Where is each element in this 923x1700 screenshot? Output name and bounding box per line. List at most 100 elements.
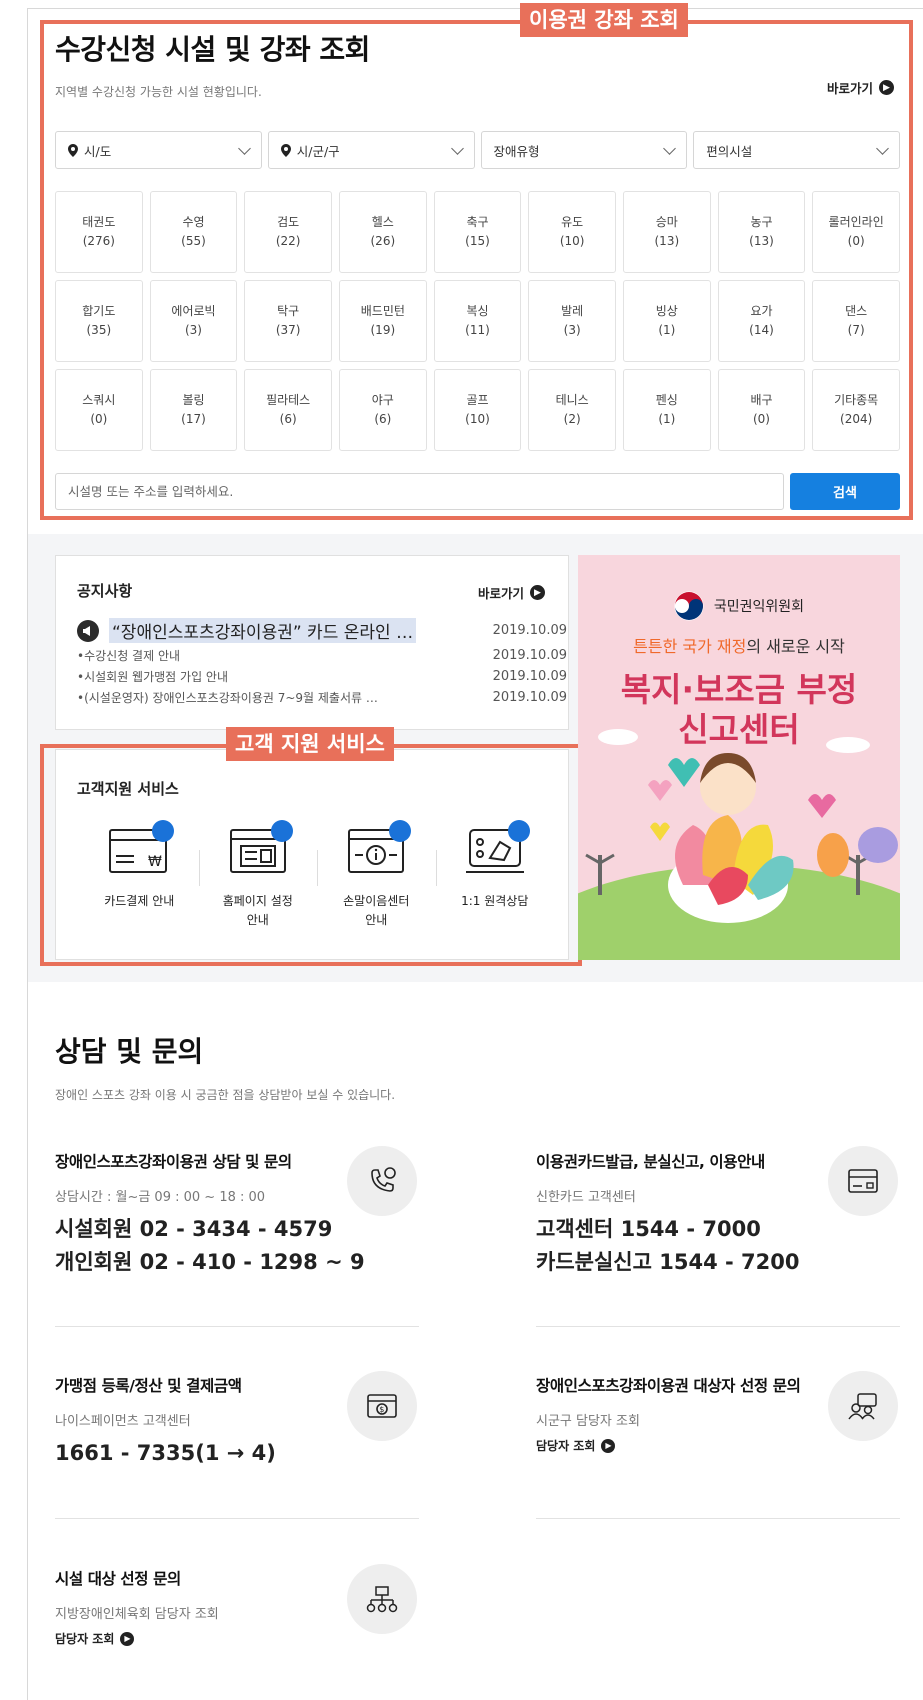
sport-count: (3)	[563, 323, 581, 337]
sport-count: (15)	[465, 234, 490, 248]
fraud-report-banner[interactable]: 국민권익위원회 튼튼한 국가 재정의 새로운 시작 복지·보조금 부정 신고센터	[578, 555, 900, 960]
notice-item-date: 2019.10.09	[492, 690, 567, 705]
sport-name: 농구	[750, 214, 773, 229]
sport-count: (17)	[181, 412, 206, 426]
sport-count: (13)	[654, 234, 680, 248]
sport-name: 배구	[750, 392, 773, 407]
sport-category-button[interactable]: 요가 (14)	[717, 280, 806, 362]
sport-category-button[interactable]: 테니스 (2)	[528, 369, 616, 451]
sports-grid: 태권도 (276) 수영 (55) 검도 (22) 헬스 (26) 축구 (15) 유도 (10) 승마…	[55, 191, 900, 451]
sport-count: (3)	[184, 323, 202, 337]
sport-name: 빙상	[655, 303, 678, 318]
sport-count: (6)	[374, 412, 392, 426]
chevron-right-icon: ▶	[601, 1438, 616, 1453]
support-item-homepage[interactable]: 홈페이지 설정 안내	[198, 818, 318, 929]
support-item-sign-language[interactable]: 손말이음센터 안내	[317, 818, 436, 929]
sport-category-button[interactable]: 볼링 (17)	[149, 369, 238, 451]
megaphone-icon	[77, 619, 99, 642]
divider	[55, 1518, 419, 1519]
location-pin-icon	[68, 143, 78, 157]
sport-category-button[interactable]: 빙상 (1)	[622, 280, 711, 362]
sport-count: (0)	[752, 412, 770, 426]
sport-category-button[interactable]: 배구 (0)	[717, 369, 806, 451]
chevron-down-icon	[876, 142, 889, 155]
manager-lookup-link[interactable]: 담당자 조회 ▶	[55, 1630, 415, 1647]
filter-facility-value: 편의시설	[706, 143, 753, 159]
filter-disability-value: 장애유형	[493, 143, 540, 159]
sport-name: 롤러인라인	[828, 214, 884, 229]
sport-category-button[interactable]: 축구 (15)	[433, 191, 522, 273]
sport-category-button[interactable]: 검도 (22)	[244, 191, 332, 273]
sport-category-button[interactable]: 야구 (6)	[338, 369, 427, 451]
sport-category-button[interactable]: 에어로빅 (3)	[149, 280, 238, 362]
notice-item[interactable]: “장애인스포츠강좌이용권” 카드 온라인 … 2019.10.09	[77, 616, 567, 645]
sport-category-button[interactable]: 승마 (13)	[622, 191, 711, 273]
sport-category-button[interactable]: 배드민턴 (19)	[338, 280, 427, 362]
sport-count: (10)	[559, 234, 585, 248]
sport-name: 승마	[655, 214, 678, 229]
sport-category-button[interactable]: 필라테스 (6)	[244, 369, 332, 451]
org-chart-icon	[347, 1564, 417, 1634]
consult-title: 상담 및 문의	[55, 1035, 204, 1068]
payment-window-icon: $	[347, 1371, 417, 1441]
notice-item[interactable]: •(시설운영자) 장애인스포츠강좌이용권 7~9월 제출서류 … 2019.10…	[77, 687, 567, 708]
svg-text:$: $	[379, 1405, 384, 1414]
support-item-card-payment[interactable]: ₩ 카드결제 안내	[80, 818, 199, 929]
phone-line: 개인회원 02 - 410 - 1298 ~ 9	[55, 1249, 365, 1274]
sport-category-button[interactable]: 댄스 (7)	[812, 280, 900, 362]
sport-count: (14)	[749, 323, 774, 337]
sport-category-button[interactable]: 골프 (10)	[433, 369, 522, 451]
sport-name: 테니스	[555, 392, 589, 407]
filter-disability-select[interactable]: 장애유형	[480, 131, 688, 169]
filter-region-value: 시/도	[84, 143, 112, 159]
badge-dot	[270, 820, 293, 842]
notice-goto-link[interactable]: 바로가기 ▶	[478, 583, 546, 602]
support-item-remote[interactable]: 1:1 원격상담	[435, 818, 555, 929]
sport-category-button[interactable]: 스쿼시 (0)	[55, 369, 143, 451]
sport-name: 수영	[182, 214, 205, 229]
lesson-search-goto-link[interactable]: 바로가기 ▶	[827, 78, 895, 97]
link-label: 담당자 조회	[55, 1632, 115, 1646]
support-item-label: 홈페이지 설정 안내	[222, 894, 293, 927]
phone-chat-icon	[347, 1146, 417, 1216]
facility-search-input[interactable]	[55, 473, 784, 510]
consult-subtitle: 장애인 스포츠 강좌 이용 시 궁금한 점을 상담받아 보실 수 있습니다.	[55, 1088, 396, 1102]
sport-category-button[interactable]: 농구 (13)	[717, 191, 806, 273]
notice-item[interactable]: •시설회원 웹가맹점 가입 안내 2019.10.09	[77, 666, 567, 687]
filter-facility-select[interactable]: 편의시설	[693, 131, 900, 169]
notice-item-text: •시설회원 웹가맹점 가입 안내	[77, 670, 229, 684]
link-label: 담당자 조회	[536, 1439, 596, 1453]
sport-category-button[interactable]: 기타종목 (204)	[812, 369, 900, 451]
sport-category-button[interactable]: 펜싱 (1)	[622, 369, 711, 451]
sport-name: 검도	[277, 214, 300, 229]
sport-category-button[interactable]: 복싱 (11)	[433, 280, 522, 362]
chevron-right-icon: ▶	[530, 585, 546, 600]
sport-count: (1)	[658, 323, 676, 337]
sport-count: (26)	[370, 234, 396, 248]
support-tag: 고객 지원 서비스	[226, 727, 394, 761]
sport-category-button[interactable]: 수영 (55)	[149, 191, 238, 273]
sport-category-button[interactable]: 태권도 (276)	[55, 191, 143, 273]
sport-name: 요가	[750, 303, 773, 318]
phone-line: 시설회원 02 - 3434 - 4579	[55, 1217, 333, 1241]
filter-region-select[interactable]: 시/도	[55, 131, 262, 169]
sport-category-button[interactable]: 유도 (10)	[528, 191, 616, 273]
sport-category-button[interactable]: 헬스 (26)	[338, 191, 427, 273]
notice-list: “장애인스포츠강좌이용권” 카드 온라인 … 2019.10.09 •수강신청 …	[77, 616, 567, 708]
sport-name: 발레	[561, 303, 584, 318]
filter-district-select[interactable]: 시/군/구	[267, 131, 475, 169]
sport-category-button[interactable]: 롤러인라인 (0)	[812, 191, 900, 273]
sport-category-button[interactable]: 합기도 (35)	[55, 280, 143, 362]
manager-lookup-link[interactable]: 담당자 조회 ▶	[536, 1437, 896, 1454]
location-pin-icon	[280, 143, 291, 157]
search-button[interactable]: 검색	[790, 473, 900, 510]
sport-name: 골프	[466, 392, 489, 407]
sport-category-button[interactable]: 발레 (3)	[528, 280, 616, 362]
notice-item-text: •수강신청 결제 안내	[77, 649, 181, 663]
sport-category-button[interactable]: 탁구 (37)	[244, 280, 332, 362]
support-items: ₩ 카드결제 안내 홈페이지 설정 안내 손말이음센터 안내 1:1 원격상담	[80, 818, 554, 929]
notice-item[interactable]: •수강신청 결제 안내 2019.10.09	[77, 645, 567, 666]
sport-name: 합기도	[82, 303, 116, 318]
sport-count: (22)	[275, 234, 301, 248]
chevron-down-icon	[237, 142, 251, 155]
